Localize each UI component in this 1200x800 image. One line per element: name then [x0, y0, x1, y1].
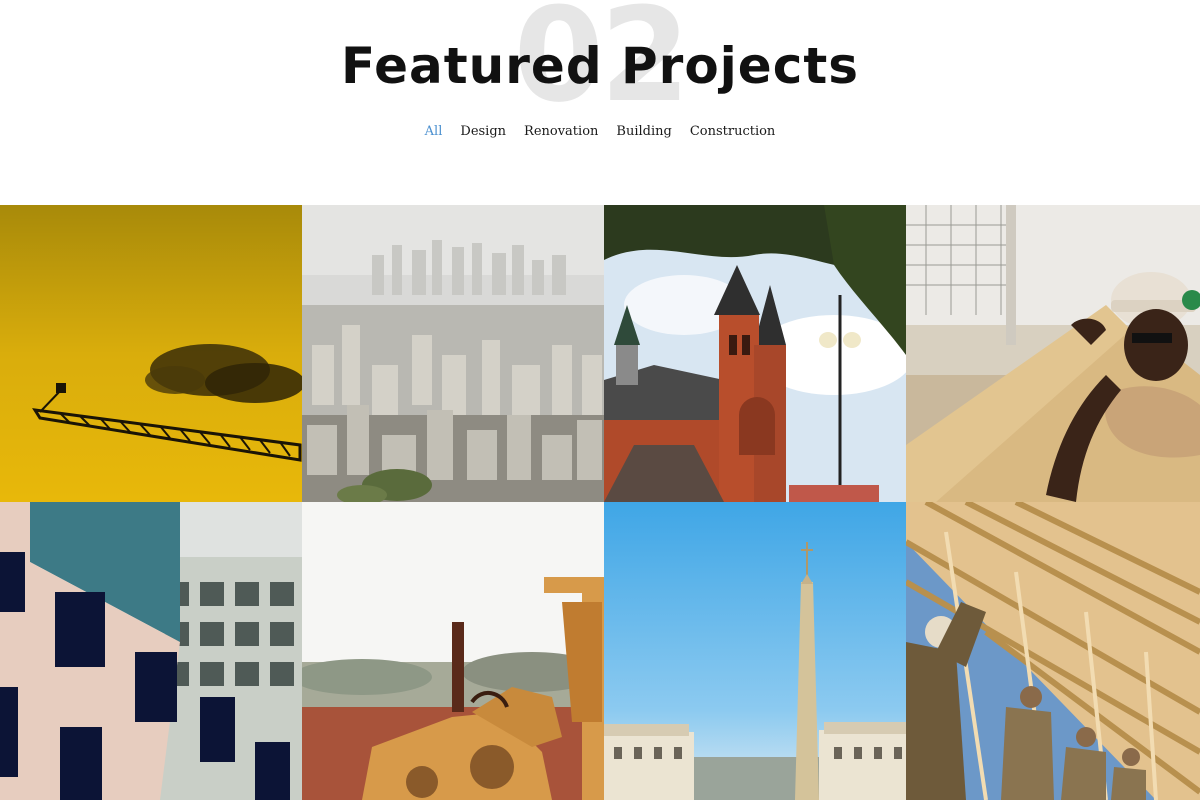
roof-image	[906, 502, 1200, 800]
city-image	[302, 205, 604, 502]
filter-design[interactable]: Design	[460, 124, 506, 139]
filter-all[interactable]: All	[425, 124, 443, 139]
worker-image	[906, 205, 1200, 502]
project-tile-office[interactable]	[0, 502, 302, 800]
office-image	[0, 502, 302, 800]
crane-image	[0, 205, 302, 502]
filter-renovation[interactable]: Renovation	[524, 124, 598, 139]
project-tile-worker[interactable]	[906, 205, 1200, 502]
section-header: 02 Featured Projects All Design Renovati…	[0, 0, 1200, 205]
church-image	[604, 205, 906, 502]
project-tile-church[interactable]	[604, 205, 906, 502]
page-title: Featured Projects	[340, 37, 860, 95]
filter-nav: All Design Renovation Building Construct…	[0, 124, 1200, 139]
project-tile-bulldozer[interactable]	[302, 502, 604, 800]
bulldozer-image	[302, 502, 604, 800]
project-tile-city[interactable]	[302, 205, 604, 502]
project-tile-obelisk[interactable]	[604, 502, 906, 800]
filter-building[interactable]: Building	[616, 124, 671, 139]
project-tile-roof[interactable]	[906, 502, 1200, 800]
project-tile-crane[interactable]	[0, 205, 302, 502]
obelisk-image	[604, 502, 906, 800]
project-grid	[0, 205, 1200, 800]
filter-construction[interactable]: Construction	[690, 124, 776, 139]
